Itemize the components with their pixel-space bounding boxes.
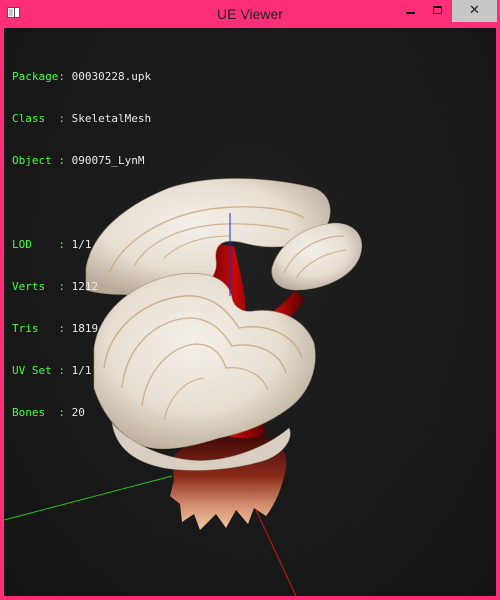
info-tris: Tris : 1819 bbox=[12, 322, 151, 336]
info-object-label: Object : bbox=[12, 154, 72, 167]
minimize-icon bbox=[406, 12, 415, 14]
info-verts: Verts : 1212 bbox=[12, 280, 151, 294]
info-bones: Bones : 20 bbox=[12, 406, 151, 420]
info-package-label: Package: bbox=[12, 70, 72, 83]
info-uvset-value: 1/1 bbox=[71, 364, 92, 377]
info-bones-value: 20 bbox=[71, 406, 85, 419]
mesh-viewport[interactable]: Package: 00030228.upk Class : SkeletalMe… bbox=[4, 28, 496, 596]
maximize-icon bbox=[433, 6, 442, 14]
info-package-value: 00030228.upk bbox=[71, 70, 152, 83]
mesh-info-panel: Package: 00030228.upk Class : SkeletalMe… bbox=[12, 42, 151, 448]
info-class-value: SkeletalMesh bbox=[71, 112, 152, 125]
info-class: Class : SkeletalMesh bbox=[12, 112, 151, 126]
title-bar[interactable]: UE Viewer ✕ bbox=[0, 0, 500, 28]
info-spacer bbox=[12, 196, 151, 210]
axis-y-line bbox=[4, 475, 173, 521]
info-object-value: 090075_LynM bbox=[71, 154, 145, 167]
info-bones-label: Bones : bbox=[12, 406, 72, 419]
info-lod-value: 1/1 bbox=[71, 238, 92, 251]
app-window: UE Viewer ✕ Package: 00030228.upk Class … bbox=[0, 0, 500, 600]
info-uvset-label: UV Set : bbox=[12, 364, 72, 377]
info-class-label: Class : bbox=[12, 112, 72, 125]
info-verts-value: 1212 bbox=[71, 280, 99, 293]
close-button[interactable]: ✕ bbox=[452, 0, 497, 22]
minimize-button[interactable] bbox=[398, 0, 424, 22]
maximize-button[interactable] bbox=[425, 0, 451, 22]
info-lod-label: LOD : bbox=[12, 238, 72, 251]
info-verts-label: Verts : bbox=[12, 280, 72, 293]
close-icon: ✕ bbox=[469, 3, 480, 18]
axis-x-line bbox=[255, 509, 297, 596]
info-tris-value: 1819 bbox=[71, 322, 99, 335]
info-lod: LOD : 1/1 bbox=[12, 238, 151, 252]
info-package: Package: 00030228.upk bbox=[12, 70, 151, 84]
info-tris-label: Tris : bbox=[12, 322, 72, 335]
info-uvset: UV Set : 1/1 bbox=[12, 364, 151, 378]
info-object: Object : 090075_LynM bbox=[12, 154, 151, 168]
